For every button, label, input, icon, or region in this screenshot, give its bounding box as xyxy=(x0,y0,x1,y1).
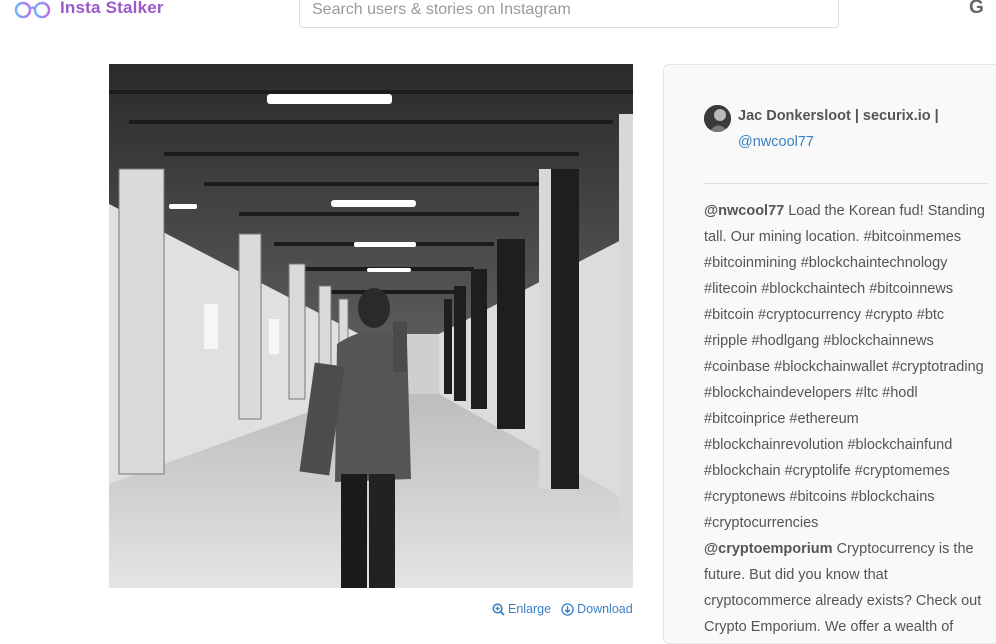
author-display-name: Jac Donkersloot | securix.io | xyxy=(738,108,939,124)
enlarge-link[interactable]: Enlarge xyxy=(492,602,551,616)
avatar[interactable] xyxy=(704,105,731,132)
divider xyxy=(704,183,987,184)
download-icon xyxy=(561,602,574,616)
caption-text: Load the Korean fud! Standing tall. Our … xyxy=(704,203,985,531)
download-link[interactable]: Download xyxy=(561,602,633,616)
post-details-panel: Jac Donkersloot | securix.io | @nwcool77… xyxy=(663,64,996,644)
google-icon[interactable]: G xyxy=(969,0,984,19)
author-handle-link[interactable]: @nwcool77 xyxy=(738,134,814,150)
enlarge-label: Enlarge xyxy=(508,602,552,616)
photo-actions: Enlarge Download xyxy=(492,602,633,616)
download-label: Download xyxy=(577,602,633,616)
warehouse-photo xyxy=(109,64,633,588)
search-box xyxy=(299,0,839,28)
top-header: Insta Stalker G xyxy=(0,0,996,40)
brand-logo[interactable]: Insta Stalker xyxy=(14,0,164,19)
glasses-icon xyxy=(14,0,52,19)
caption-user-link[interactable]: @cryptoemporium xyxy=(704,541,833,557)
caption-user-link[interactable]: @nwcool77 xyxy=(704,203,784,219)
app-name: Insta Stalker xyxy=(60,0,164,17)
zoom-in-icon xyxy=(492,602,505,616)
search-input[interactable] xyxy=(300,0,838,27)
post-image[interactable] xyxy=(109,64,633,588)
post-caption: @nwcool77 Load the Korean fud! Standing … xyxy=(704,198,989,640)
author-name: Jac Donkersloot | securix.io | @nwcool77 xyxy=(738,103,978,155)
